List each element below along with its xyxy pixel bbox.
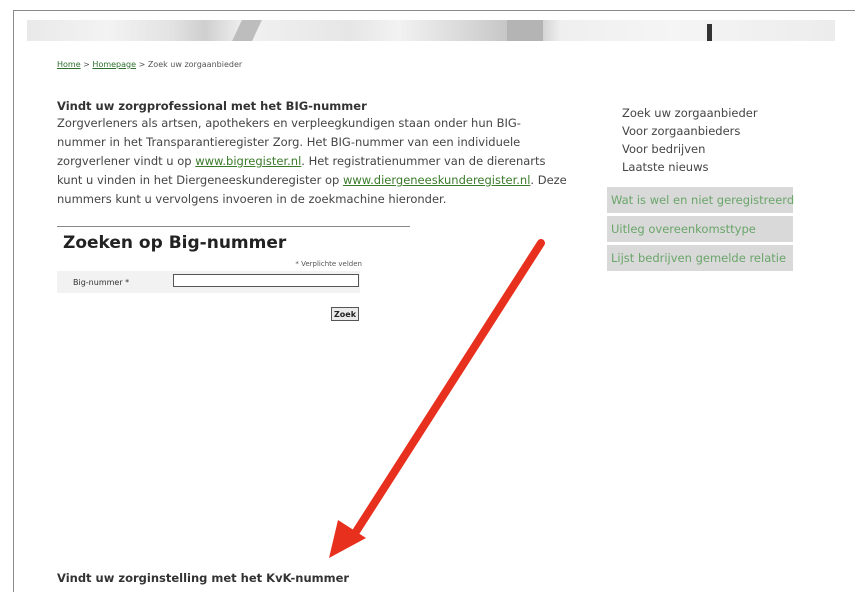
red-arrow-annotation <box>329 239 545 558</box>
